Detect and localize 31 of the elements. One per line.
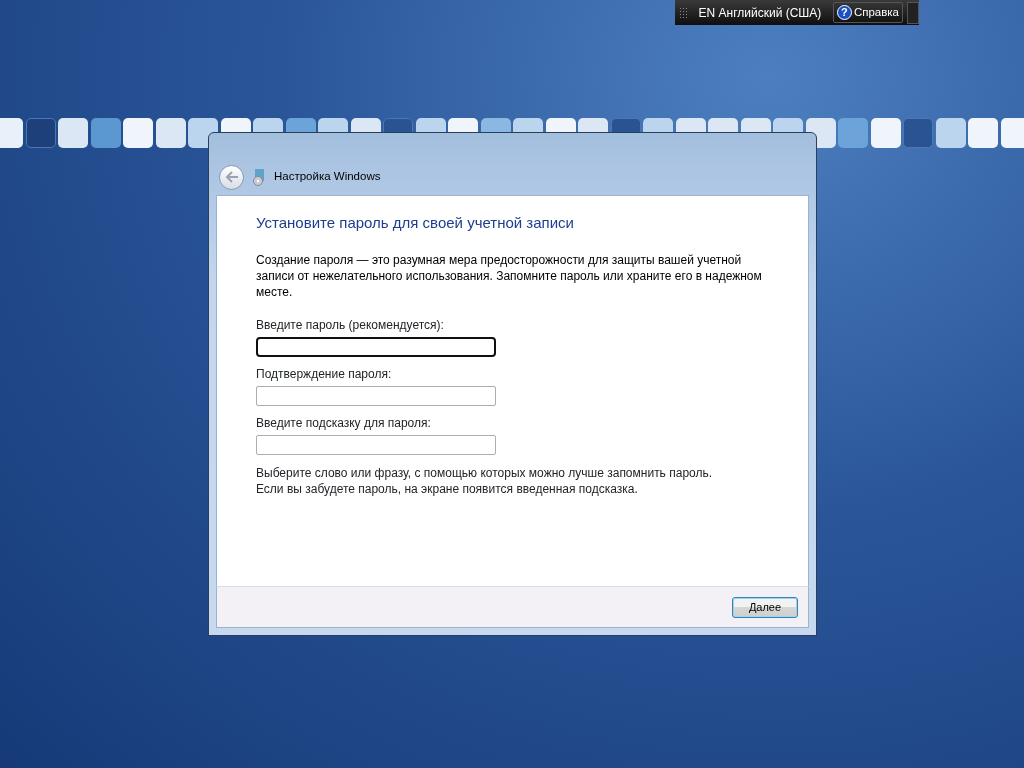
background-tile <box>155 118 186 148</box>
hint-text: Выберите слово или фразу, с помощью которых можно лучше запомнить пароль. <box>256 465 714 481</box>
text-field[interactable] <box>256 386 496 406</box>
field-label: Введите пароль (рекомендуется): <box>256 318 445 333</box>
background-tile <box>968 118 998 148</box>
window-title: Настройка Windows <box>274 169 381 185</box>
help-icon: ? <box>836 5 852 20</box>
language-indicator[interactable]: EN Английский (США) <box>691 3 829 22</box>
page-heading: Установите пароль для своей учетной записи <box>256 214 575 232</box>
background-tile <box>935 118 966 148</box>
minimize-button[interactable] <box>907 1 919 24</box>
background-tile <box>903 118 933 148</box>
background-tile <box>0 118 23 148</box>
back-arrow-icon <box>224 171 239 183</box>
background-tile <box>1000 118 1024 148</box>
hint-text: Если вы забудете пароль, на экране появится введенная подсказка. <box>256 481 639 497</box>
background-tile <box>870 118 901 148</box>
next-button[interactable]: Далее <box>732 596 798 618</box>
back-button[interactable] <box>219 164 244 190</box>
text-field[interactable] <box>256 337 496 357</box>
text-field[interactable] <box>256 435 496 455</box>
field-label: Введите подсказку для пароля: <box>256 416 432 431</box>
background-tile <box>58 118 88 148</box>
help-button[interactable]: ? Справка <box>832 1 903 24</box>
background-tile <box>123 118 153 148</box>
background-tile <box>90 118 121 148</box>
background-tile <box>838 118 868 148</box>
field-label: Подтверждение пароля: <box>256 367 393 382</box>
background-tile <box>25 118 56 148</box>
setup-disc-icon <box>252 168 266 186</box>
intro-text: Создание пароля — это разумная мера предосторожности для защиты вашей учетной записи от нежелательного использования. Запомните пароль или храните его в надежном месте. <box>256 252 763 300</box>
